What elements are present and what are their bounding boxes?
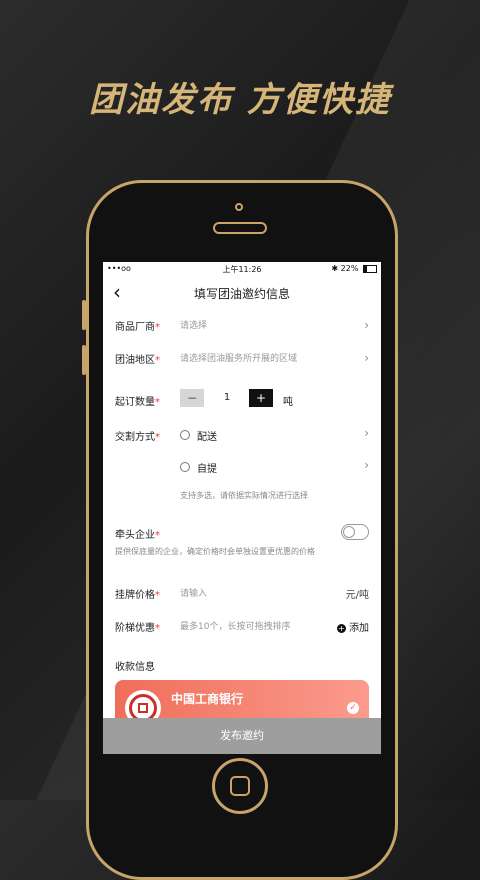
- phone-side-button: [82, 300, 86, 330]
- vendor-placeholder: 请选择: [180, 321, 208, 331]
- check-icon: ✓: [347, 702, 359, 714]
- price-row[interactable]: 挂牌价格* 请输入 元/吨: [115, 586, 369, 601]
- chevron-right-icon: ›: [364, 351, 369, 365]
- lead-hint: 提供保底量的企业，确定价格时会单独设置更优惠的价格: [115, 547, 315, 556]
- speaker-slot: [213, 222, 267, 234]
- battery-percent: 22%: [340, 264, 359, 273]
- tier-label: 阶梯优惠*: [115, 623, 160, 634]
- chevron-right-icon: ›: [364, 318, 369, 332]
- lead-toggle[interactable]: [341, 524, 369, 540]
- submit-button[interactable]: 发布邀约: [103, 718, 381, 754]
- region-placeholder: 请选择团油服务所开展的区域: [180, 354, 298, 364]
- lead-row: 牵头企业* 提供保底量的企业，确定价格时会单独设置更优惠的价格: [115, 524, 369, 562]
- min-qty-label: 起订数量*: [115, 397, 160, 408]
- lead-label: 牵头企业*: [115, 530, 160, 541]
- qty-value[interactable]: 1: [215, 389, 239, 407]
- chevron-right-icon: ›: [364, 458, 369, 472]
- home-button: [212, 758, 268, 814]
- pickup-option-label[interactable]: 自提: [197, 460, 217, 475]
- payment-title: 收款信息: [115, 662, 155, 673]
- camera-dot: [235, 203, 243, 211]
- chevron-right-icon: ›: [364, 426, 369, 440]
- price-label: 挂牌价格*: [115, 590, 160, 601]
- tier-row: 阶梯优惠* 最多10个，长按可拖拽排序 + 添加: [115, 619, 369, 634]
- phone-side-button: [82, 345, 86, 375]
- vendor-row[interactable]: 商品厂商* 请选择 ›: [115, 318, 369, 333]
- nav-bar: ‹ 填写团油邀约信息: [103, 276, 381, 310]
- radio-pickup[interactable]: [180, 462, 190, 472]
- plus-icon: +: [337, 623, 346, 633]
- region-label: 团油地区*: [115, 355, 160, 366]
- vendor-label: 商品厂商*: [115, 322, 160, 333]
- app-screen: •••oo 上午11:26 ✱ 22% ‹ 填写团油邀约信息 商品厂商* 请选择…: [103, 262, 381, 754]
- price-unit: 元/吨: [345, 590, 369, 601]
- status-right: ✱ 22%: [331, 264, 377, 273]
- page-title: 填写团油邀约信息: [193, 287, 290, 301]
- qty-unit: 吨: [283, 397, 293, 408]
- region-row[interactable]: 团油地区* 请选择团油服务所开展的区域 ›: [115, 351, 369, 366]
- delivery-hint: 支持多选，请依据实际情况进行选择: [180, 491, 308, 500]
- headline: 团油发布 方便快捷: [89, 80, 391, 120]
- delivery-option-label[interactable]: 配送: [197, 428, 217, 443]
- qty-plus-button[interactable]: +: [249, 389, 273, 407]
- battery-icon: [363, 264, 377, 273]
- status-bar: •••oo 上午11:26 ✱ 22%: [103, 262, 381, 276]
- radio-delivery[interactable]: [180, 430, 190, 440]
- bluetooth-icon: ✱: [331, 264, 339, 273]
- min-qty-row: 起订数量* − 1 + 吨: [115, 389, 369, 409]
- delivery-row: 交割方式* 配送 › 自提 › 支持多选，请依据实际情况进行选择: [115, 426, 369, 500]
- tier-hint: 最多10个，长按可拖拽排序: [180, 622, 291, 632]
- delivery-label: 交割方式*: [115, 432, 160, 443]
- price-input[interactable]: 请输入: [180, 586, 207, 599]
- qty-minus-button[interactable]: −: [180, 389, 204, 407]
- bank-name: 中国工商银行: [171, 692, 244, 706]
- add-tier-button[interactable]: + 添加: [337, 619, 369, 634]
